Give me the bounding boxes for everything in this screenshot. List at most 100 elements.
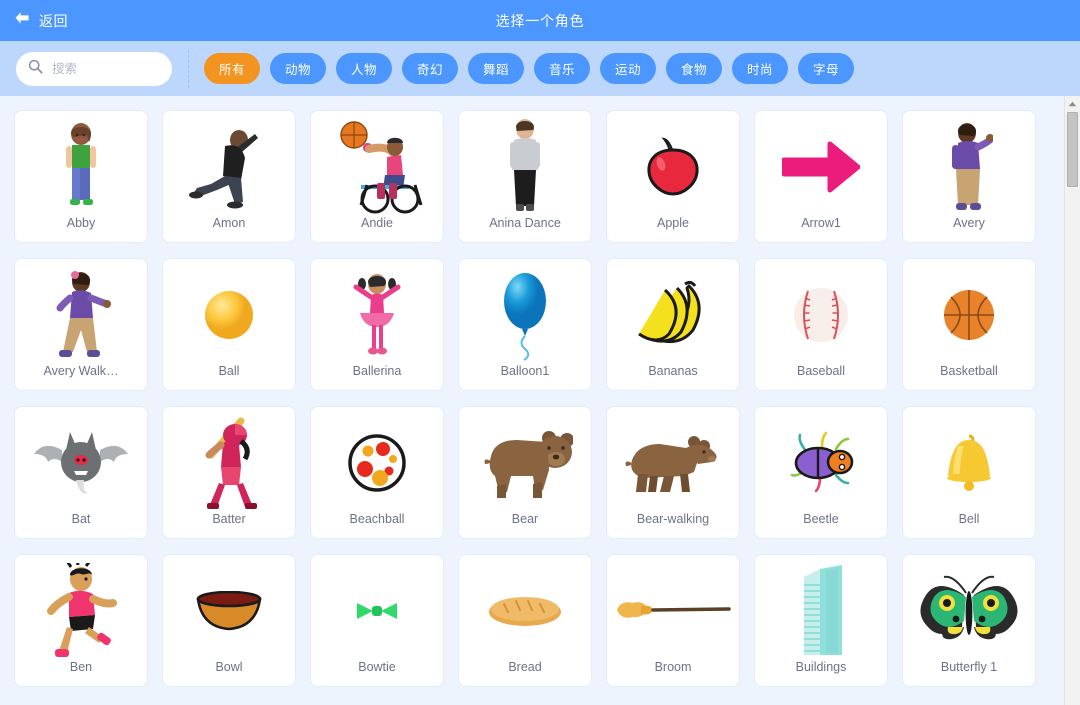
filter-tag-music[interactable]: 音乐 [534,53,590,84]
sprite-name: Balloon1 [500,364,550,378]
chevron-up-icon[interactable] [1065,96,1080,111]
sprite-card[interactable]: Ballerina [310,258,444,391]
sprite-card[interactable]: Avery Walk… [14,258,148,391]
buildings-icon [755,555,887,660]
person-avery-icon [903,111,1035,216]
bananas-icon [607,259,739,364]
bear-walking-icon [607,407,739,512]
sprite-library-content: Abby Amon Andie Anina Dance Apple Arrow1 Avery… [0,96,1080,705]
filter-tag-animals[interactable]: 动物 [270,53,326,84]
person-ballerina-icon [311,259,443,364]
sprite-name: Ben [69,660,93,674]
sprite-card[interactable]: Amon [162,110,296,243]
sprite-card[interactable]: Apple [606,110,740,243]
sprite-card[interactable]: Beetle [754,406,888,539]
sprite-name: Bowtie [358,660,396,674]
person-batter-icon [163,407,295,512]
sprite-name: Bat [71,512,91,526]
sprite-card[interactable]: Buildings [754,554,888,687]
library-header: 返回 选择一个角色 [0,0,1080,41]
sprite-name: Batter [212,512,246,526]
sprite-name: Arrow1 [801,216,841,230]
filter-tag-food[interactable]: 食物 [666,53,722,84]
sprite-card[interactable]: Andie [310,110,444,243]
sprite-card[interactable]: Bowtie [310,554,444,687]
sprite-name: Baseball [797,364,845,378]
sprite-name: Broom [654,660,692,674]
sprite-card[interactable]: Bat [14,406,148,539]
scrollbar-thumb[interactable] [1067,112,1078,187]
sprite-name: Beetle [803,512,839,526]
sprite-name: Buildings [795,660,847,674]
beetle-icon [755,407,887,512]
sprite-card[interactable]: Batter [162,406,296,539]
sprite-name: Butterfly 1 [940,660,998,674]
sprite-name: Bell [958,512,980,526]
filter-tag-fashion[interactable]: 时尚 [732,53,788,84]
sprite-name: Beachball [349,512,405,526]
sprite-card[interactable]: Butterfly 1 [902,554,1036,687]
sprite-card[interactable]: Ben [14,554,148,687]
sprite-name: Bananas [648,364,698,378]
sprite-card[interactable]: Bear [458,406,592,539]
butterfly-icon [903,555,1035,660]
basketball-icon [903,259,1035,364]
sprite-card[interactable]: Basketball [902,258,1036,391]
search-input[interactable] [52,61,160,76]
sprite-card[interactable]: Anina Dance [458,110,592,243]
page-title: 选择一个角色 [495,12,585,29]
apple-icon [607,111,739,216]
bread-icon [459,555,591,660]
filter-divider [188,49,189,88]
filter-tag-dance[interactable]: 舞蹈 [468,53,524,84]
filter-tag-people[interactable]: 人物 [336,53,392,84]
bat-icon [15,407,147,512]
sprite-card[interactable]: Avery [902,110,1036,243]
sprite-card[interactable]: Bananas [606,258,740,391]
bowtie-icon [311,555,443,660]
sprite-name: Bear [511,512,539,526]
person-andie-wheelchair-icon [311,111,443,216]
back-button[interactable]: 返回 [0,0,82,41]
sprite-name: Andie [361,216,393,230]
balloon-icon [459,259,591,364]
filter-tag-fantasy[interactable]: 奇幻 [402,53,458,84]
sprite-name: Bread [508,660,542,674]
broom-icon [607,555,739,660]
sprite-card[interactable]: Arrow1 [754,110,888,243]
ball-icon [163,259,295,364]
back-label: 返回 [39,12,68,29]
person-anina-dance-icon [459,111,591,216]
search-box[interactable] [16,51,172,86]
sprite-name: Apple [657,216,689,230]
sprite-card[interactable]: Abby [14,110,148,243]
filter-tag-list: 所有 动物 人物 奇幻 舞蹈 音乐 运动 食物 时尚 字母 [204,53,854,84]
sprite-card[interactable]: Bread [458,554,592,687]
sprite-card[interactable]: Ball [162,258,296,391]
sprite-card[interactable]: Bear-walking [606,406,740,539]
filter-bar: 所有 动物 人物 奇幻 舞蹈 音乐 运动 食物 时尚 字母 [0,41,1080,96]
filter-tag-all[interactable]: 所有 [204,53,260,84]
sprite-name: Ball [218,364,240,378]
sprite-card[interactable]: Baseball [754,258,888,391]
arrow-right-icon [755,111,887,216]
bear-icon [459,407,591,512]
person-abby-icon [15,111,147,216]
sprite-card[interactable]: Bell [902,406,1036,539]
sprite-card[interactable]: Beachball [310,406,444,539]
filter-tag-sports[interactable]: 运动 [600,53,656,84]
person-amon-icon [163,111,295,216]
sprite-name: Avery Walk… [43,364,119,378]
vertical-scrollbar[interactable] [1064,96,1080,705]
sprite-name: Bowl [215,660,243,674]
sprite-card[interactable]: Balloon1 [458,258,592,391]
beachball-icon [311,407,443,512]
person-ben-icon [15,555,147,660]
sprite-card[interactable]: Broom [606,554,740,687]
filter-tag-letters[interactable]: 字母 [798,53,854,84]
sprite-name: Amon [212,216,246,230]
sprite-card[interactable]: Bowl [162,554,296,687]
person-avery-walking-icon [15,259,147,364]
sprite-name: Ballerina [352,364,402,378]
sprite-name: Basketball [940,364,998,378]
